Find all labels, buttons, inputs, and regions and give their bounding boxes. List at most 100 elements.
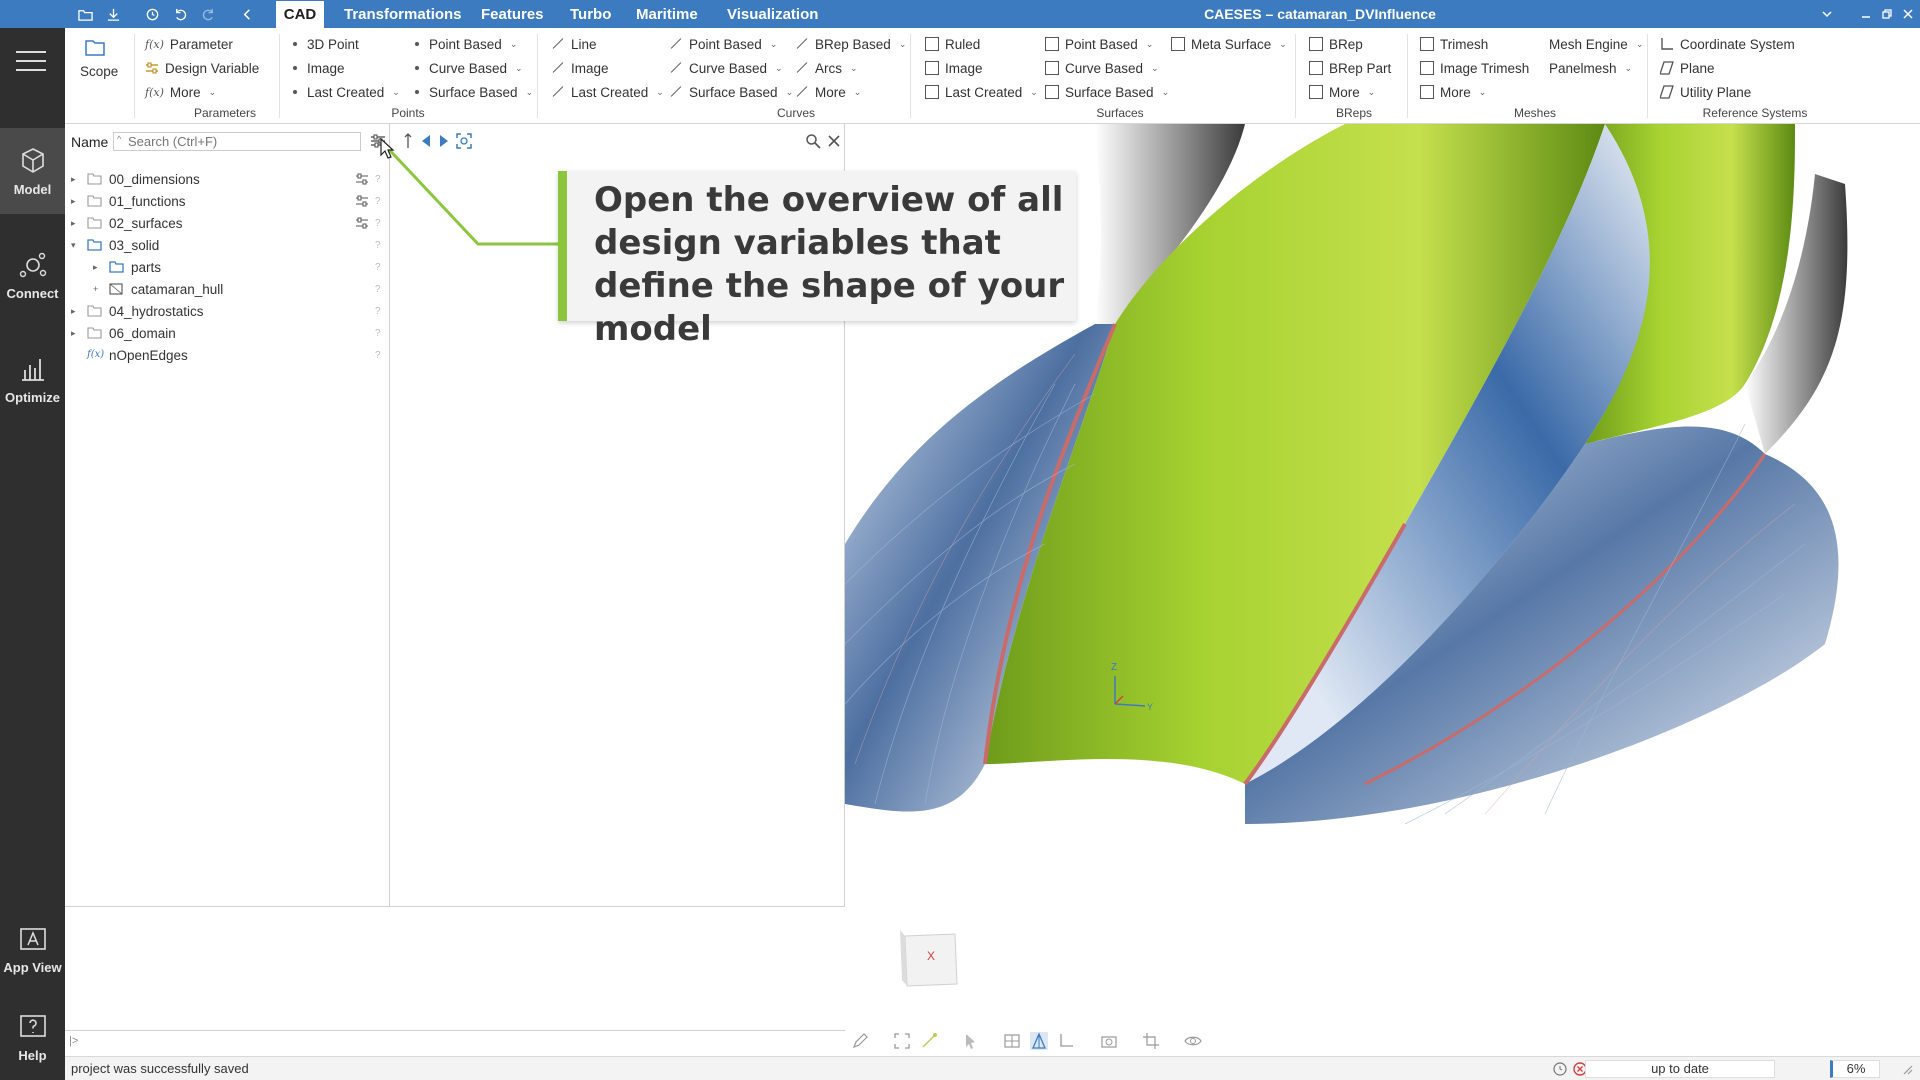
- design-variable-button[interactable]: Design Variable: [145, 59, 259, 77]
- curve-surface-based-button[interactable]: Surface Based ⌄: [669, 83, 793, 101]
- view-cube[interactable]: X: [900, 930, 958, 987]
- expand-icon[interactable]: ▸: [93, 262, 103, 273]
- surface-point-based-button[interactable]: Point Based ⌄: [1045, 35, 1153, 53]
- chevron-down-icon[interactable]: [1814, 0, 1840, 28]
- open-folder-icon[interactable]: [74, 4, 96, 24]
- clock-icon[interactable]: [1552, 1061, 1568, 1077]
- axes-icon[interactable]: [1057, 1032, 1075, 1050]
- image-trimesh-button[interactable]: Image Trimesh: [1420, 59, 1529, 77]
- breps-more-button[interactable]: More ⌄: [1309, 83, 1375, 101]
- trimesh-button[interactable]: Trimesh: [1420, 35, 1488, 53]
- surface-image-button[interactable]: Image: [925, 59, 983, 77]
- expand-icon[interactable]: ▸: [71, 218, 81, 229]
- history-icon[interactable]: [141, 4, 163, 24]
- arcs-button[interactable]: Arcs ⌄: [795, 59, 858, 77]
- search-input[interactable]: [113, 132, 361, 151]
- tab-turbo[interactable]: Turbo: [560, 0, 621, 28]
- tab-visualization[interactable]: Visualization: [717, 0, 828, 28]
- expand-icon[interactable]: ▸: [71, 306, 81, 317]
- curve-curve-based-button[interactable]: Curve Based ⌄: [669, 59, 783, 77]
- grid-icon[interactable]: [1003, 1032, 1021, 1050]
- undo-icon[interactable]: [169, 4, 191, 24]
- tab-transformations[interactable]: Transformations: [334, 0, 472, 28]
- search-icon[interactable]: [805, 133, 821, 149]
- close-icon[interactable]: [1895, 0, 1920, 28]
- meta-surface-button[interactable]: Meta Surface ⌄: [1171, 35, 1287, 53]
- line-button[interactable]: Line: [551, 35, 597, 53]
- expand-icon[interactable]: +: [93, 284, 103, 294]
- sliders-icon[interactable]: [355, 217, 369, 229]
- curve-image-button[interactable]: Image: [551, 59, 609, 77]
- coordinate-system-button[interactable]: Coordinate System: [1660, 35, 1795, 53]
- point-based-button[interactable]: Point Based ⌄: [415, 35, 517, 53]
- surface-surface-based-button[interactable]: Surface Based ⌄: [1045, 83, 1169, 101]
- measure-icon[interactable]: [920, 1032, 938, 1050]
- sliders-icon[interactable]: [355, 173, 369, 185]
- tree-item-catamaran-hull[interactable]: + catamaran_hull ?: [65, 278, 390, 300]
- ruled-button[interactable]: Ruled: [925, 35, 980, 53]
- plane-button[interactable]: Plane: [1659, 59, 1715, 77]
- sidebar-item-optimize[interactable]: Optimize: [0, 336, 65, 422]
- meshes-more-button[interactable]: More ⌄: [1420, 83, 1486, 101]
- curve-point-based-button[interactable]: Point Based ⌄: [669, 35, 777, 53]
- tree-item-00-dimensions[interactable]: ▸ 00_dimensions ?: [65, 168, 390, 190]
- mesh-engine-button[interactable]: Mesh Engine ⌄: [1549, 35, 1643, 53]
- plane-icon: [1659, 85, 1674, 99]
- collapse-icon[interactable]: ▾: [71, 240, 81, 251]
- sliders-icon[interactable]: [355, 195, 369, 207]
- crop-icon[interactable]: [1142, 1032, 1160, 1050]
- close-panel-icon[interactable]: [827, 134, 841, 148]
- surface-last-created-button[interactable]: Last Created ⌄: [925, 83, 1038, 101]
- point-curve-based-button[interactable]: Curve Based ⌄: [415, 59, 523, 77]
- brep-icon: [1309, 61, 1323, 75]
- scope-button[interactable]: Scope: [80, 64, 118, 79]
- line-icon: [795, 61, 809, 75]
- resize-grip-icon[interactable]: [1901, 1063, 1913, 1075]
- scope-folder-icon[interactable]: [85, 38, 105, 56]
- fit-view-icon[interactable]: [893, 1032, 911, 1050]
- save-icon[interactable]: [102, 4, 124, 24]
- sidebar-item-connect[interactable]: Connect: [0, 232, 65, 318]
- point-last-created-button[interactable]: Last Created ⌄: [293, 83, 400, 101]
- sidebar-item-model[interactable]: Model: [0, 128, 65, 214]
- tab-features[interactable]: Features: [471, 0, 554, 28]
- tree-item-label: 04_hydrostatics: [109, 303, 204, 319]
- curves-more-button[interactable]: More ⌄: [795, 83, 861, 101]
- sidebar-item-app-view[interactable]: App View: [0, 906, 65, 992]
- point-surface-based-button[interactable]: Surface Based ⌄: [415, 83, 533, 101]
- panelmesh-button[interactable]: Panelmesh ⌄: [1549, 59, 1632, 77]
- select-cursor-icon[interactable]: [962, 1032, 980, 1050]
- parameters-more-button[interactable]: f(x) More ⌄: [145, 83, 216, 101]
- edit-pen-icon[interactable]: [851, 1032, 869, 1050]
- tab-maritime[interactable]: Maritime: [626, 0, 708, 28]
- brep-part-button[interactable]: BRep Part: [1309, 59, 1391, 77]
- tree-item-01-functions[interactable]: ▸ 01_functions ?: [65, 190, 390, 212]
- expand-icon[interactable]: ▸: [71, 196, 81, 207]
- tree-item-04-hydrostatics[interactable]: ▸ 04_hydrostatics ?: [65, 300, 390, 322]
- tree-item-06-domain[interactable]: ▸ 06_domain ?: [65, 322, 390, 344]
- tree-item-03-solid[interactable]: ▾ 03_solid ?: [65, 234, 390, 256]
- visibility-eye-icon[interactable]: [1184, 1032, 1202, 1050]
- utility-plane-button[interactable]: Utility Plane: [1659, 83, 1751, 101]
- curve-brep-based-button[interactable]: BRep Based ⌄: [795, 35, 906, 53]
- tab-cad[interactable]: CAD: [276, 1, 324, 28]
- surface-curve-based-button[interactable]: Curve Based ⌄: [1045, 59, 1159, 77]
- tree-item-02-surfaces[interactable]: ▸ 02_surfaces ?: [65, 212, 390, 234]
- redo-icon[interactable]: [197, 4, 219, 24]
- point-image-button[interactable]: Image: [293, 59, 345, 77]
- curve-last-created-button[interactable]: Last Created ⌄: [551, 83, 664, 101]
- 3d-point-button[interactable]: 3D Point: [293, 35, 359, 53]
- command-input[interactable]: |>: [65, 1030, 845, 1052]
- expand-icon[interactable]: ▸: [71, 174, 81, 185]
- tree-item-nopenedges[interactable]: f(x) nOpenEdges ?: [65, 344, 390, 366]
- brep-button[interactable]: BRep: [1309, 35, 1363, 53]
- sidebar-item-help[interactable]: Help: [0, 994, 65, 1080]
- back-icon[interactable]: [236, 4, 258, 24]
- brep-icon: [109, 283, 124, 295]
- expand-icon[interactable]: ▸: [71, 328, 81, 339]
- tree-item-parts[interactable]: ▸ parts ?: [65, 256, 390, 278]
- parameter-button[interactable]: f(x) Parameter: [145, 35, 233, 53]
- hamburger-menu-icon[interactable]: [16, 50, 46, 72]
- screenshot-icon[interactable]: [1100, 1032, 1118, 1050]
- perspective-icon[interactable]: [1030, 1032, 1048, 1050]
